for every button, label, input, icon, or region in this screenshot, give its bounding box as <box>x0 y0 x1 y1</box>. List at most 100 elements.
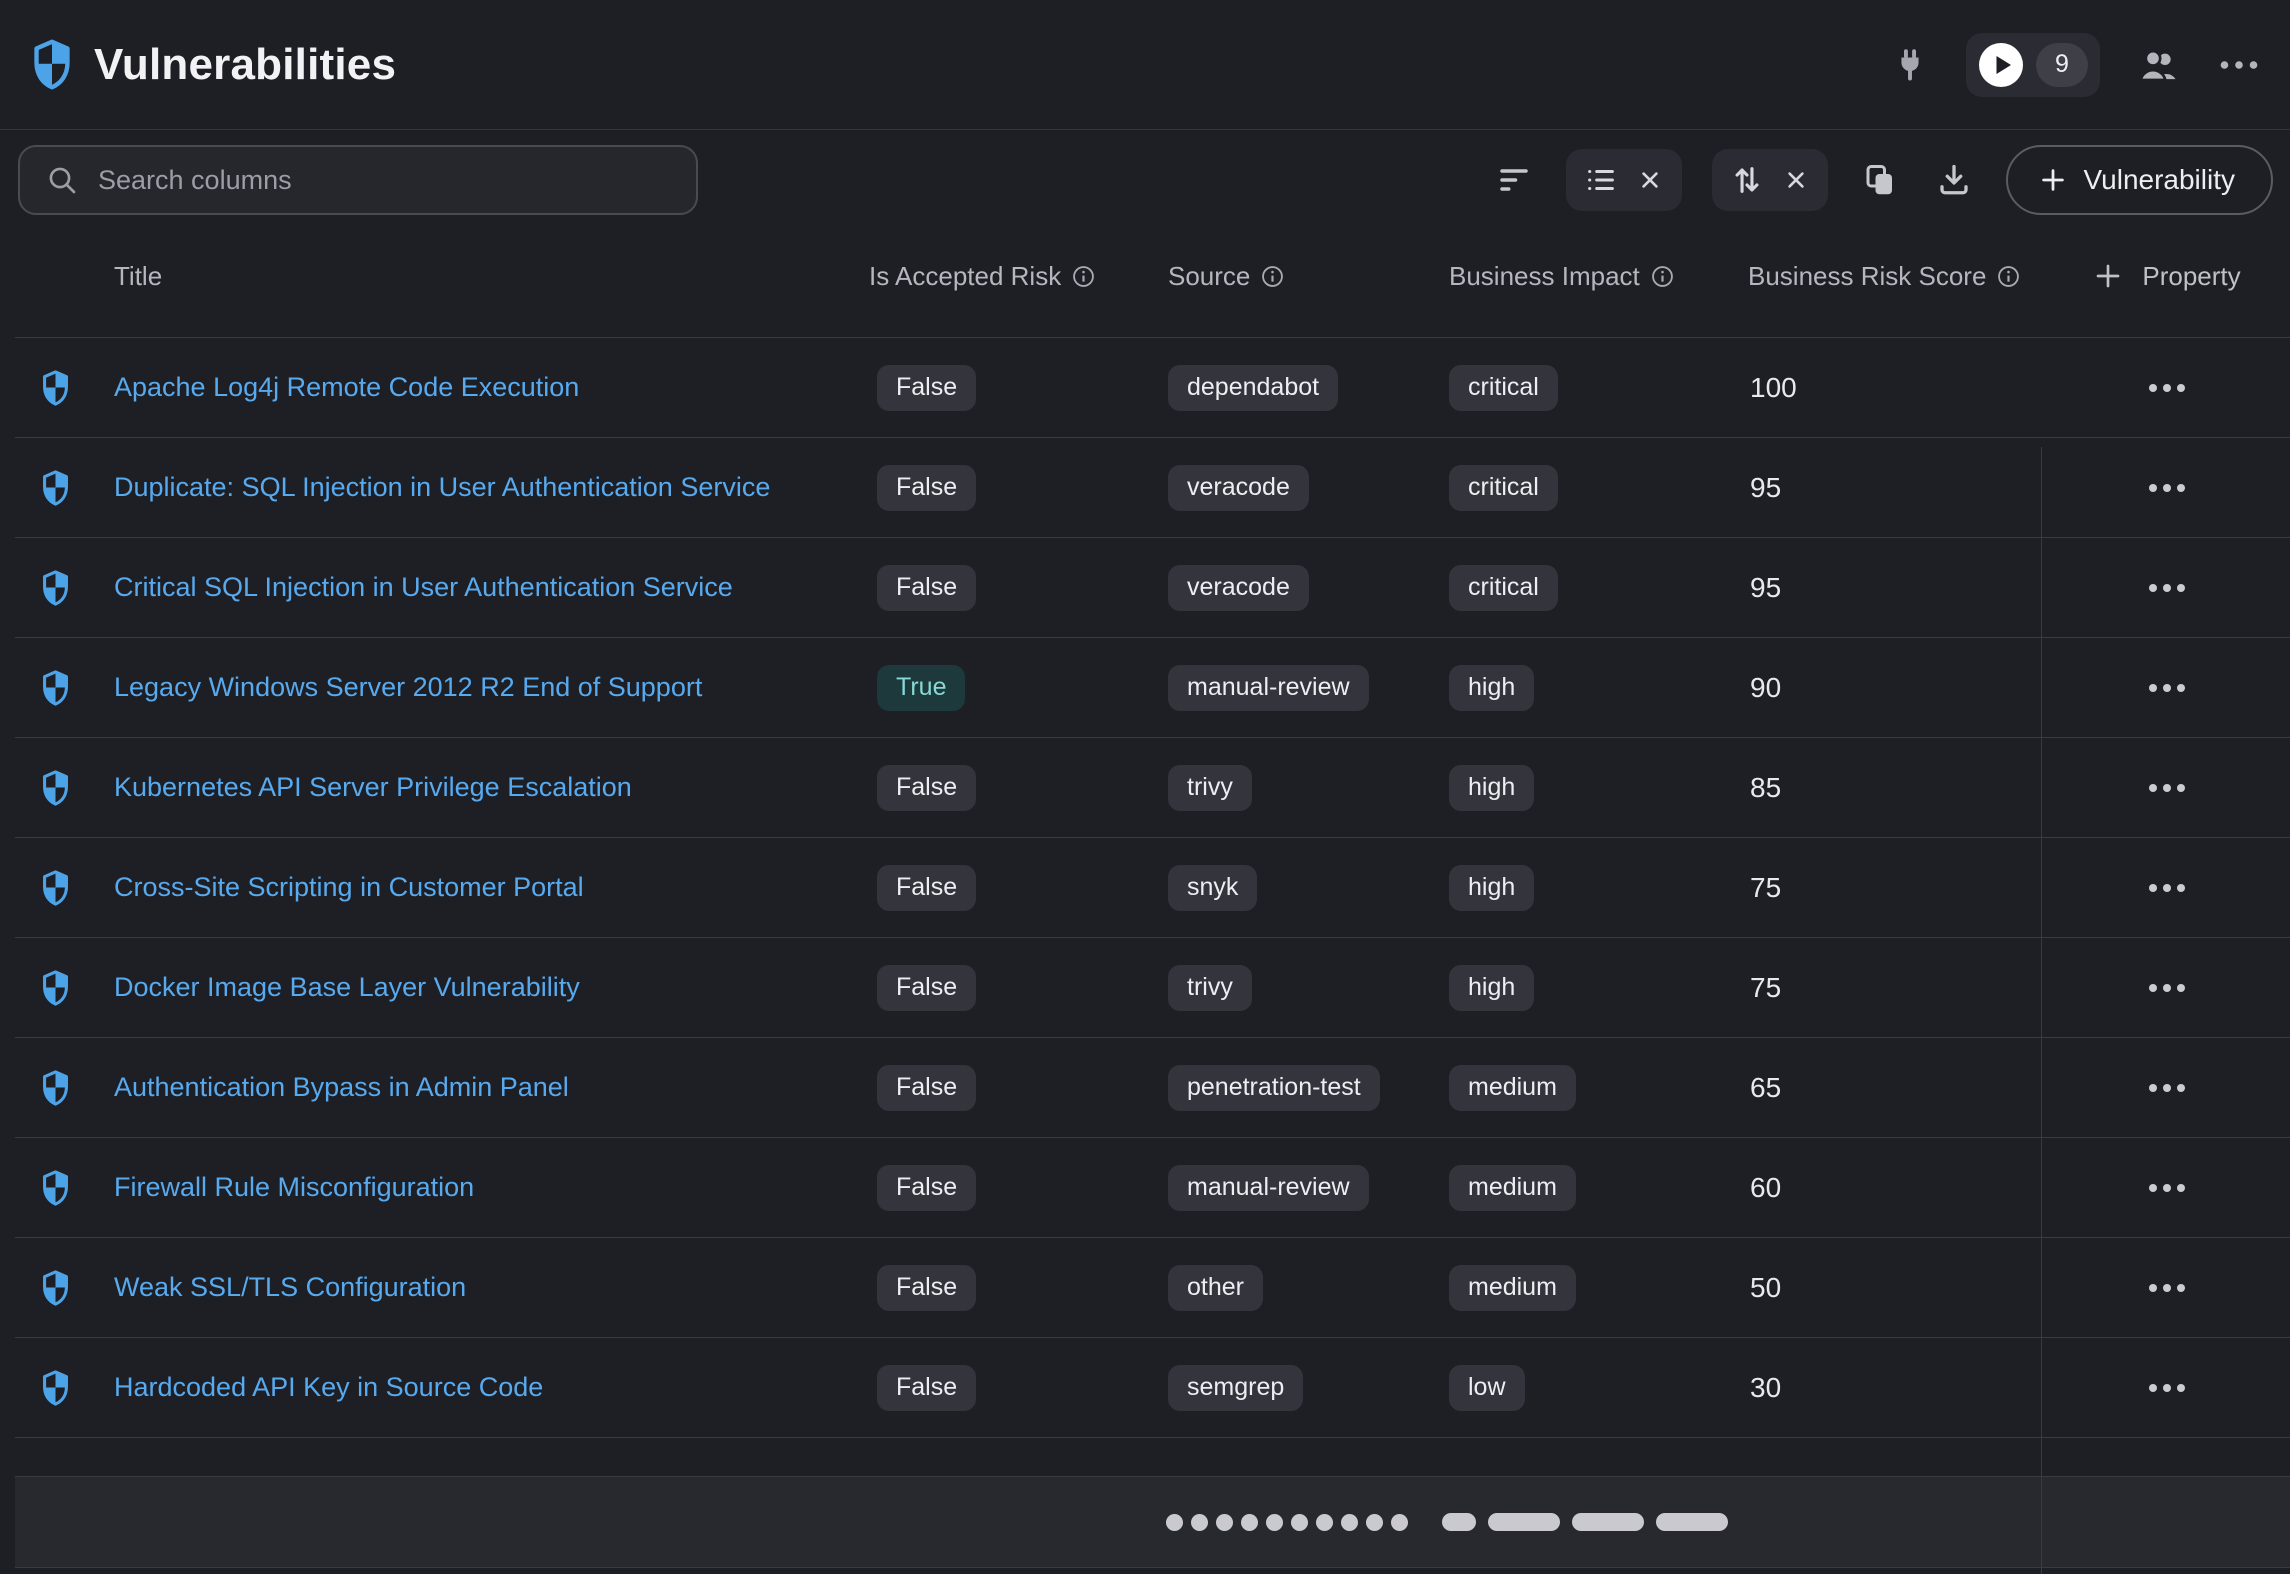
vulnerability-title-link[interactable]: Hardcoded API Key in Source Code <box>114 1372 543 1403</box>
list-icon <box>1584 163 1618 197</box>
vulnerability-title-link[interactable]: Apache Log4j Remote Code Execution <box>114 372 579 403</box>
source-badge: snyk <box>1168 865 1257 911</box>
column-list-filter-chip[interactable] <box>1566 149 1682 211</box>
search-columns-input[interactable] <box>98 165 676 196</box>
add-vulnerability-label: Vulnerability <box>2084 164 2235 196</box>
business-impact-badge: high <box>1449 965 1534 1011</box>
vulnerability-title-link[interactable]: Weak SSL/TLS Configuration <box>114 1272 466 1303</box>
business-impact-badge: medium <box>1449 1165 1576 1211</box>
table-row: Firewall Rule Misconfiguration False man… <box>15 1138 2290 1238</box>
accepted-risk-badge: False <box>877 1065 976 1111</box>
vulnerability-shield-icon <box>40 1070 71 1106</box>
row-actions-ellipsis-button[interactable] <box>2139 1074 2195 1102</box>
info-icon[interactable] <box>1261 265 1284 288</box>
vulnerability-shield-icon <box>40 970 71 1006</box>
business-risk-score-value: 100 <box>1750 372 1797 404</box>
business-impact-badge: medium <box>1449 1065 1576 1111</box>
row-actions-ellipsis-button[interactable] <box>2139 774 2195 802</box>
row-actions-ellipsis-button[interactable] <box>2139 474 2195 502</box>
business-impact-badge: high <box>1449 665 1534 711</box>
users-icon[interactable] <box>2134 41 2182 89</box>
more-options-ellipsis-icon[interactable] <box>2216 56 2262 74</box>
row-actions-ellipsis-button[interactable] <box>2139 874 2195 902</box>
accepted-risk-badge: False <box>877 765 976 811</box>
vulnerability-shield-icon <box>40 770 71 806</box>
accepted-risk-badge: False <box>877 865 976 911</box>
business-impact-badge: critical <box>1449 565 1558 611</box>
source-badge: trivy <box>1168 965 1252 1011</box>
vulnerability-title-link[interactable]: Kubernetes API Server Privilege Escalati… <box>114 772 632 803</box>
sort-arrows-icon <box>1730 163 1764 197</box>
vulnerability-title-link[interactable]: Legacy Windows Server 2012 R2 End of Sup… <box>114 672 702 703</box>
accepted-risk-badge: False <box>877 465 976 511</box>
business-risk-score-value: 95 <box>1750 472 1781 504</box>
accepted-risk-badge: False <box>877 1265 976 1311</box>
plus-icon <box>2038 165 2068 195</box>
filter-icon[interactable] <box>1492 158 1536 202</box>
source-badge: veracode <box>1168 565 1309 611</box>
business-risk-score-value: 60 <box>1750 1172 1781 1204</box>
play-icon <box>1978 42 2024 88</box>
business-impact-badge: critical <box>1449 365 1558 411</box>
column-header-business-risk-score: Business Risk Score <box>1724 261 2040 292</box>
table-toolbar: Vulnerability <box>0 145 2290 215</box>
download-icon[interactable] <box>1932 158 1976 202</box>
table-row: Duplicate: SQL Injection in User Authent… <box>15 438 2290 538</box>
page-title: Vulnerabilities <box>94 40 396 90</box>
column-header-title: Title <box>99 261 839 292</box>
top-bar-actions: 9 <box>1888 33 2262 97</box>
top-bar: Vulnerabilities 9 <box>0 0 2290 130</box>
column-header-is-accepted-risk: Is Accepted Risk <box>842 261 1138 292</box>
business-risk-score-value: 90 <box>1750 672 1781 704</box>
info-icon[interactable] <box>1651 265 1674 288</box>
business-impact-badge: medium <box>1449 1265 1576 1311</box>
row-actions-ellipsis-button[interactable] <box>2139 974 2195 1002</box>
business-impact-badge: low <box>1449 1365 1525 1411</box>
vulnerability-shield-icon <box>40 1270 71 1306</box>
business-risk-score-value: 65 <box>1750 1072 1781 1104</box>
table-row: Authentication Bypass in Admin Panel Fal… <box>15 1038 2290 1138</box>
copy-icon[interactable] <box>1858 158 1902 202</box>
vulnerability-title-link[interactable]: Cross-Site Scripting in Customer Portal <box>114 872 584 903</box>
source-badge: semgrep <box>1168 1365 1303 1411</box>
source-badge: manual-review <box>1168 1165 1369 1211</box>
source-badge: other <box>1168 1265 1263 1311</box>
add-property-column-button[interactable]: Property <box>2043 260 2290 292</box>
row-actions-ellipsis-button[interactable] <box>2139 574 2195 602</box>
row-actions-ellipsis-button[interactable] <box>2139 1274 2195 1302</box>
property-column-divider <box>2041 447 2042 1574</box>
runs-button[interactable]: 9 <box>1966 33 2100 97</box>
accepted-risk-badge: False <box>877 1365 976 1411</box>
add-vulnerability-button[interactable]: Vulnerability <box>2006 145 2273 215</box>
row-actions-ellipsis-button[interactable] <box>2139 1374 2195 1402</box>
clear-sort-close-icon[interactable] <box>1782 166 1810 194</box>
plus-icon <box>2092 260 2124 292</box>
footer-skeleton-placeholders <box>1166 1513 1728 1531</box>
business-risk-score-value: 85 <box>1750 772 1781 804</box>
vulnerability-title-link[interactable]: Duplicate: SQL Injection in User Authent… <box>114 472 770 503</box>
vulnerability-title-link[interactable]: Firewall Rule Misconfiguration <box>114 1172 474 1203</box>
vulnerability-shield-icon <box>40 570 71 606</box>
sort-filter-chip[interactable] <box>1712 149 1828 211</box>
source-badge: trivy <box>1168 765 1252 811</box>
row-actions-ellipsis-button[interactable] <box>2139 1174 2195 1202</box>
info-icon[interactable] <box>1072 265 1095 288</box>
info-icon[interactable] <box>1997 265 2020 288</box>
row-actions-ellipsis-button[interactable] <box>2139 674 2195 702</box>
plug-icon[interactable] <box>1888 43 1932 87</box>
vulnerability-title-link[interactable]: Authentication Bypass in Admin Panel <box>114 1072 569 1103</box>
vulnerability-title-link[interactable]: Critical SQL Injection in User Authentic… <box>114 572 733 603</box>
table-body: Apache Log4j Remote Code Execution False… <box>15 338 2290 1438</box>
accepted-risk-badge: False <box>877 1165 976 1211</box>
business-risk-score-value: 95 <box>1750 572 1781 604</box>
row-actions-ellipsis-button[interactable] <box>2139 374 2195 402</box>
table-row: Critical SQL Injection in User Authentic… <box>15 538 2290 638</box>
business-impact-badge: high <box>1449 865 1534 911</box>
business-risk-score-value: 50 <box>1750 1272 1781 1304</box>
clear-list-close-icon[interactable] <box>1636 166 1664 194</box>
accepted-risk-badge: True <box>877 665 965 711</box>
app-shield-logo-icon <box>30 39 74 90</box>
business-risk-score-value: 30 <box>1750 1372 1781 1404</box>
vulnerability-title-link[interactable]: Docker Image Base Layer Vulnerability <box>114 972 580 1003</box>
table-row: Apache Log4j Remote Code Execution False… <box>15 338 2290 438</box>
